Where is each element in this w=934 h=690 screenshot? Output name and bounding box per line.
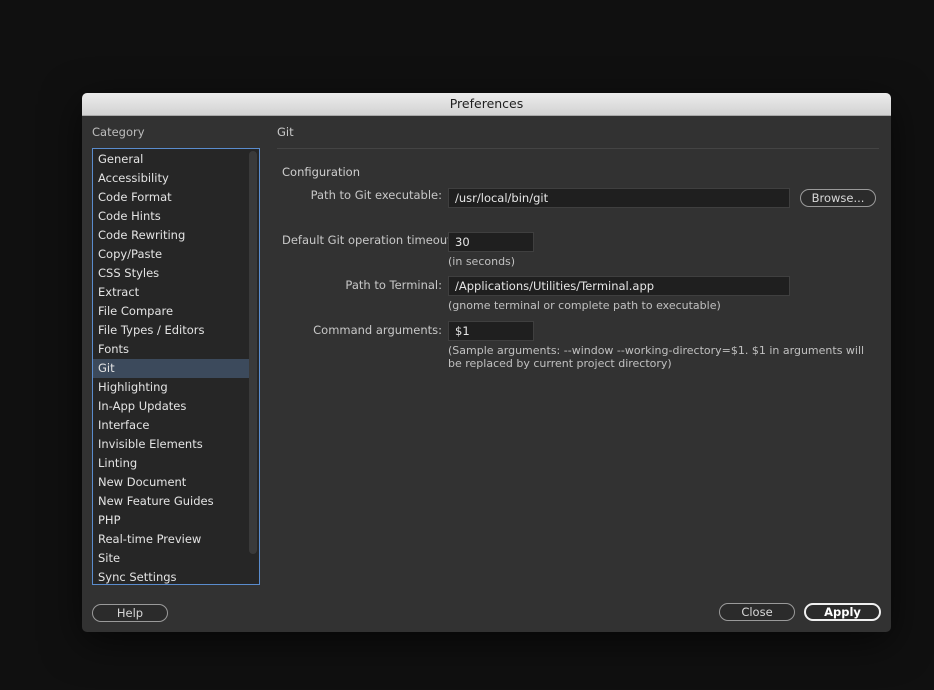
sidebar-item-interface[interactable]: Interface (93, 416, 249, 435)
sidebar-item-file-compare[interactable]: File Compare (93, 302, 249, 321)
command-args-hint-line2: be replaced by current project directory… (448, 357, 672, 370)
category-list[interactable]: General Accessibility Code Format Code Hint… (92, 148, 260, 585)
sidebar-item-highlighting[interactable]: Highlighting (93, 378, 249, 397)
sidebar-item-fonts[interactable]: Fonts (93, 340, 249, 359)
git-path-label: Path to Git executable: (310, 188, 442, 202)
sidebar-item-in-app-updates[interactable]: In-App Updates (93, 397, 249, 416)
apply-button[interactable]: Apply (804, 603, 881, 621)
preferences-dialog: Preferences Category General Accessibilit… (82, 93, 891, 632)
command-args-field[interactable]: $1 (448, 321, 534, 341)
timeout-label: Default Git operation timeout: (282, 233, 456, 247)
git-path-field[interactable]: /usr/local/bin/git (448, 188, 790, 208)
terminal-path-field[interactable]: /Applications/Utilities/Terminal.app (448, 276, 790, 296)
close-button[interactable]: Close (719, 603, 795, 621)
window-title: Preferences (82, 93, 891, 116)
sidebar-item-css-styles[interactable]: CSS Styles (93, 264, 249, 283)
terminal-hint: (gnome terminal or complete path to exec… (448, 299, 721, 312)
help-button[interactable]: Help (92, 604, 168, 622)
sidebar-item-linting[interactable]: Linting (93, 454, 249, 473)
sidebar-item-general[interactable]: General (93, 150, 249, 169)
sidebar-item-git[interactable]: Git (93, 359, 249, 378)
timeout-field[interactable]: 30 (448, 232, 534, 252)
sidebar-item-file-types-editors[interactable]: File Types / Editors (93, 321, 249, 340)
sidebar-item-invisible-elements[interactable]: Invisible Elements (93, 435, 249, 454)
sidebar-item-sync-settings[interactable]: Sync Settings (93, 568, 249, 584)
browse-button[interactable]: Browse... (800, 189, 876, 207)
command-args-hint-line1: (Sample arguments: --window --working-di… (448, 344, 865, 357)
sidebar-item-extract[interactable]: Extract (93, 283, 249, 302)
sidebar-item-new-document[interactable]: New Document (93, 473, 249, 492)
category-scrollbar[interactable] (249, 151, 257, 554)
panel-divider (277, 148, 879, 149)
command-args-label: Command arguments: (313, 323, 442, 337)
sidebar-item-code-hints[interactable]: Code Hints (93, 207, 249, 226)
sidebar-item-real-time-preview[interactable]: Real-time Preview (93, 530, 249, 549)
sidebar-item-php[interactable]: PHP (93, 511, 249, 530)
sidebar-item-site[interactable]: Site (93, 549, 249, 568)
section-heading: Configuration (282, 165, 360, 179)
category-heading: Category (92, 125, 145, 139)
panel-title: Git (277, 125, 294, 139)
terminal-path-label: Path to Terminal: (345, 278, 442, 292)
sidebar-item-copy-paste[interactable]: Copy/Paste (93, 245, 249, 264)
sidebar-item-code-format[interactable]: Code Format (93, 188, 249, 207)
sidebar-item-new-feature-guides[interactable]: New Feature Guides (93, 492, 249, 511)
sidebar-item-accessibility[interactable]: Accessibility (93, 169, 249, 188)
sidebar-item-code-rewriting[interactable]: Code Rewriting (93, 226, 249, 245)
timeout-hint: (in seconds) (448, 255, 516, 268)
